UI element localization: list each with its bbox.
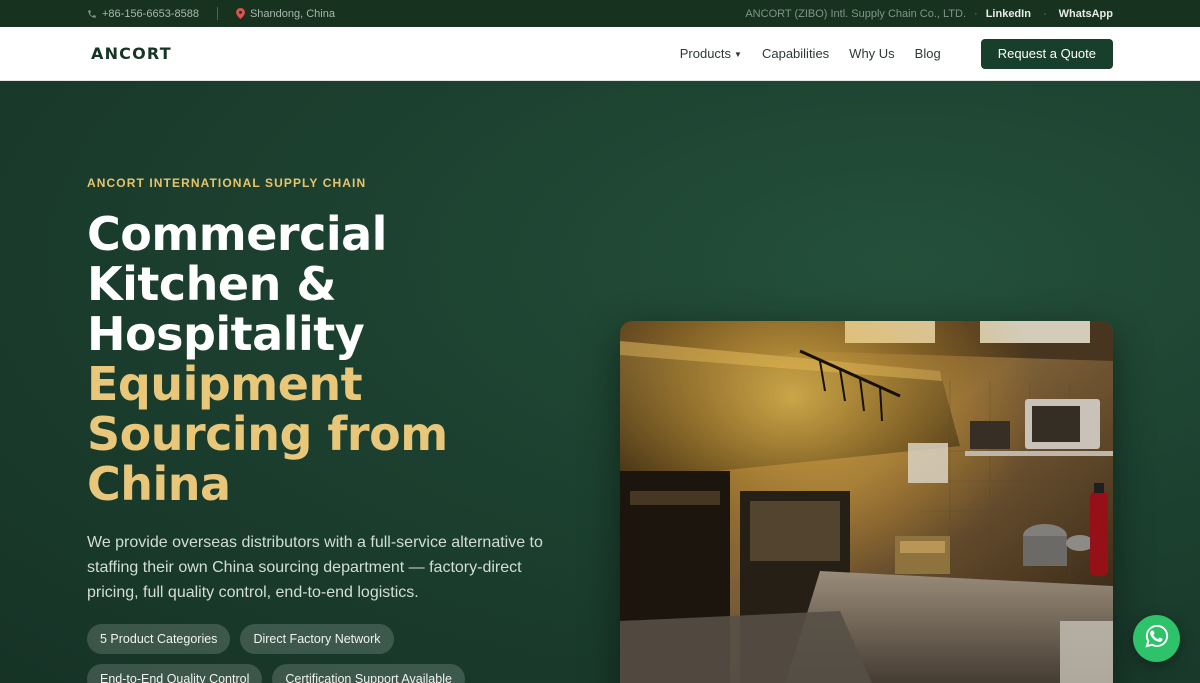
commercial-kitchen-photo — [620, 321, 1113, 683]
top-bar: +86-156-6653-8588 Shandong, China ANCORT… — [0, 0, 1200, 27]
location-text: Shandong, China — [249, 7, 335, 20]
hero-section: ANCORT INTERNATIONAL SUPPLY CHAIN Commer… — [0, 81, 1200, 683]
topbar-links: ANCORT (ZIBO) Intl. Supply Chain Co., LT… — [745, 8, 1113, 20]
headline-line: Hospitality — [87, 307, 365, 361]
headline-line-accent: Sourcing from — [87, 407, 448, 461]
nav-item-products[interactable]: Products ▼ — [680, 46, 742, 61]
company-name: ANCORT (ZIBO) Intl. Supply Chain Co., LT… — [745, 7, 967, 20]
nav-item-blog[interactable]: Blog — [915, 46, 941, 61]
nav-menu: Products ▼ Capabilities Why Us Blog Requ… — [660, 38, 1113, 69]
whatsapp-link[interactable]: WhatsApp — [1059, 8, 1113, 20]
main-nav: ANCORT Products ▼ Capabilities Why Us Bl… — [0, 27, 1200, 81]
chevron-down-icon: ▼ — [734, 50, 742, 59]
hero-description: We provide overseas distributors with a … — [87, 534, 543, 601]
headline-line: Kitchen & — [87, 257, 337, 311]
logo[interactable]: ANCORT — [91, 44, 172, 63]
map-pin-icon — [236, 8, 245, 19]
request-quote-button[interactable]: Request a Quote — [980, 38, 1113, 69]
dot-separator: · — [974, 7, 978, 20]
location-item: Shandong, China — [236, 8, 335, 20]
hero-headline: Commercial Kitchen & Hospitality Equipme… — [87, 209, 567, 509]
headline-line-accent: Equipment — [87, 357, 363, 411]
dot-separator: · — [1042, 7, 1047, 20]
divider — [216, 7, 218, 20]
headline-line: Commercial — [87, 207, 387, 261]
hero-eyebrow: ANCORT INTERNATIONAL SUPPLY CHAIN — [87, 176, 367, 190]
feature-pill: Certification Support Available — [272, 664, 465, 683]
whatsapp-icon — [1144, 623, 1170, 654]
feature-pill: 5 Product Categories — [87, 624, 231, 654]
nav-item-capabilities[interactable]: Capabilities — [762, 46, 829, 61]
contact-info: +86-156-6653-8588 Shandong, China — [87, 7, 335, 20]
phone-item[interactable]: +86-156-6653-8588 — [87, 8, 199, 20]
linkedin-link[interactable]: LinkedIn — [986, 8, 1031, 20]
phone-icon — [87, 9, 97, 19]
headline-line-accent: China — [87, 457, 231, 511]
feature-pill: End-to-End Quality Control — [87, 664, 263, 683]
whatsapp-float-button[interactable] — [1133, 615, 1180, 662]
feature-pill: Direct Factory Network — [240, 624, 394, 654]
phone-number: +86-156-6653-8588 — [102, 7, 199, 20]
nav-item-why-us[interactable]: Why Us — [849, 46, 895, 61]
nav-item-label: Products — [679, 46, 732, 61]
feature-pills: 5 Product Categories Direct Factory Netw… — [87, 624, 547, 683]
